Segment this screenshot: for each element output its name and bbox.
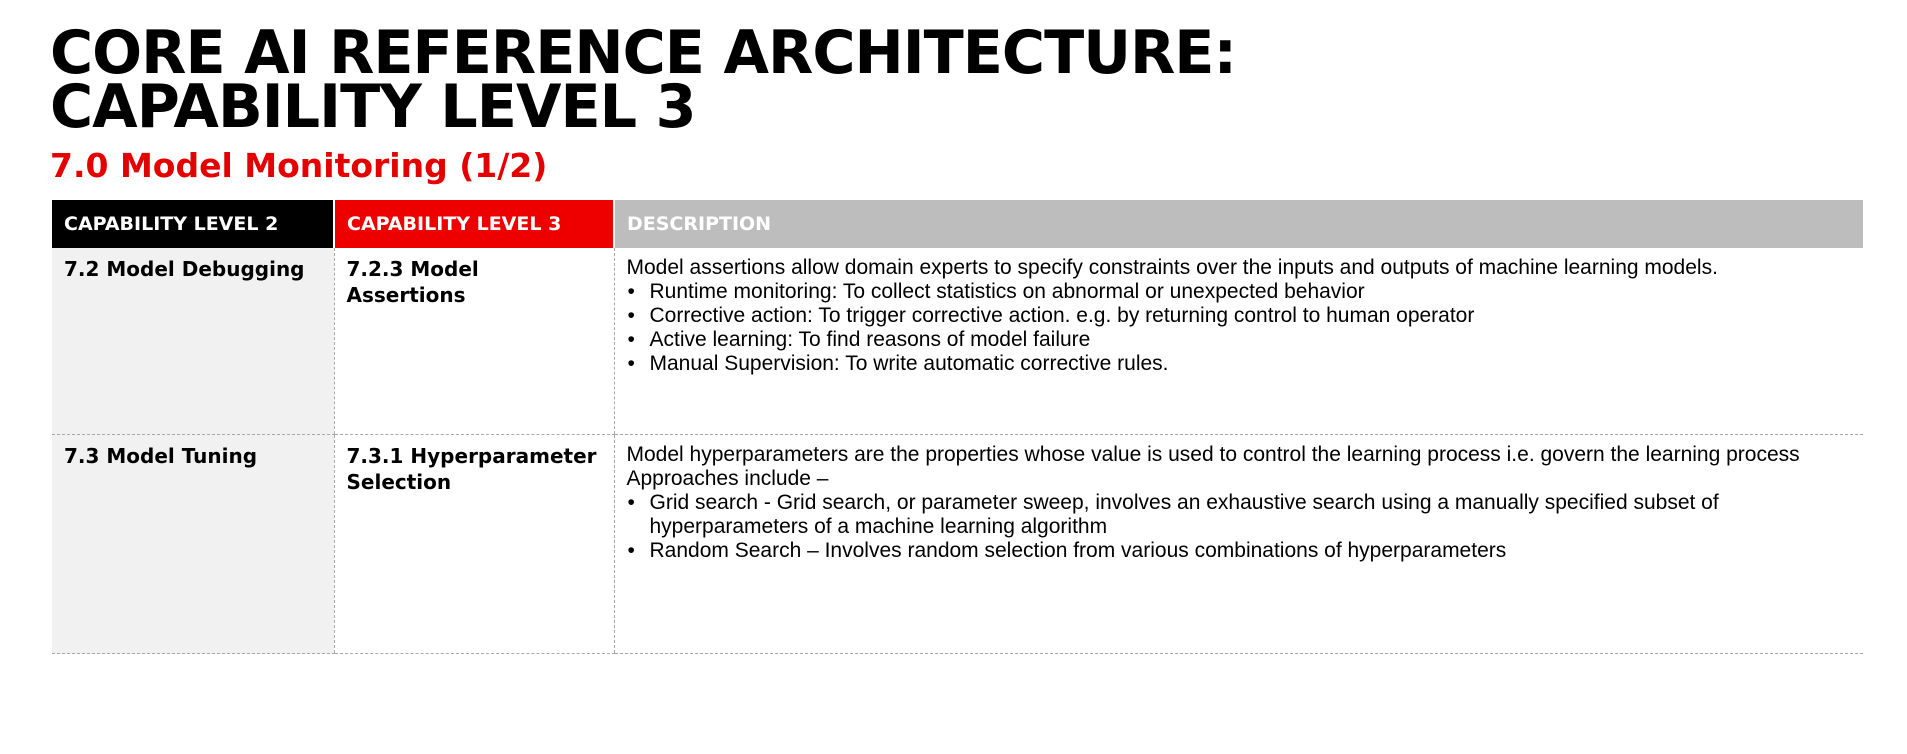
table-row: 7.3 Model Tuning 7.3.1 Hyperparameter Se… [52, 434, 1863, 654]
list-item: Runtime monitoring: To collect statistic… [627, 280, 1854, 304]
table-header-row: CAPABILITY LEVEL 2 CAPABILITY LEVEL 3 DE… [52, 200, 1863, 248]
page-title-line-2: CAPABILITY LEVEL 3 [50, 72, 697, 142]
section-subtitle: 7.0 Model Monitoring (1/2) [50, 146, 548, 185]
list-item: Random Search – Involves random selectio… [627, 539, 1854, 563]
list-item: Grid search - Grid search, or parameter … [627, 491, 1854, 539]
cell-description: Model hyperparameters are the properties… [613, 434, 1863, 654]
cell-capability-level-2: 7.3 Model Tuning [52, 434, 334, 654]
table-row: 7.2 Model Debugging 7.2.3 Model Assertio… [52, 248, 1863, 435]
list-item: Corrective action: To trigger corrective… [627, 304, 1854, 328]
cell-capability-level-3: 7.2.3 Model Assertions [333, 248, 614, 435]
description-intro: Model hyperparameters are the properties… [626, 443, 1800, 466]
header-capability-level-3: CAPABILITY LEVEL 3 [333, 200, 614, 248]
list-item: Manual Supervision: To write automatic c… [627, 352, 1854, 376]
header-description: DESCRIPTION [613, 200, 1863, 248]
page-title: CORE AI REFERENCE ARCHITECTURE: CAPABILI… [50, 23, 1237, 142]
cell-description: Model assertions allow domain experts to… [613, 248, 1863, 435]
cell-capability-level-2: 7.2 Model Debugging [52, 248, 334, 435]
header-capability-level-2: CAPABILITY LEVEL 2 [52, 200, 334, 248]
description-intro: Approaches include – [626, 467, 829, 490]
description-intro: Model assertions allow domain experts to… [626, 256, 1718, 279]
architecture-table: CAPABILITY LEVEL 2 CAPABILITY LEVEL 3 DE… [52, 200, 1863, 654]
cell-capability-level-3: 7.3.1 Hyperparameter Selection [333, 434, 614, 654]
description-bullet-list: Runtime monitoring: To collect statistic… [627, 280, 1854, 376]
description-bullet-list: Grid search - Grid search, or parameter … [627, 491, 1854, 563]
list-item: Active learning: To find reasons of mode… [627, 328, 1854, 352]
